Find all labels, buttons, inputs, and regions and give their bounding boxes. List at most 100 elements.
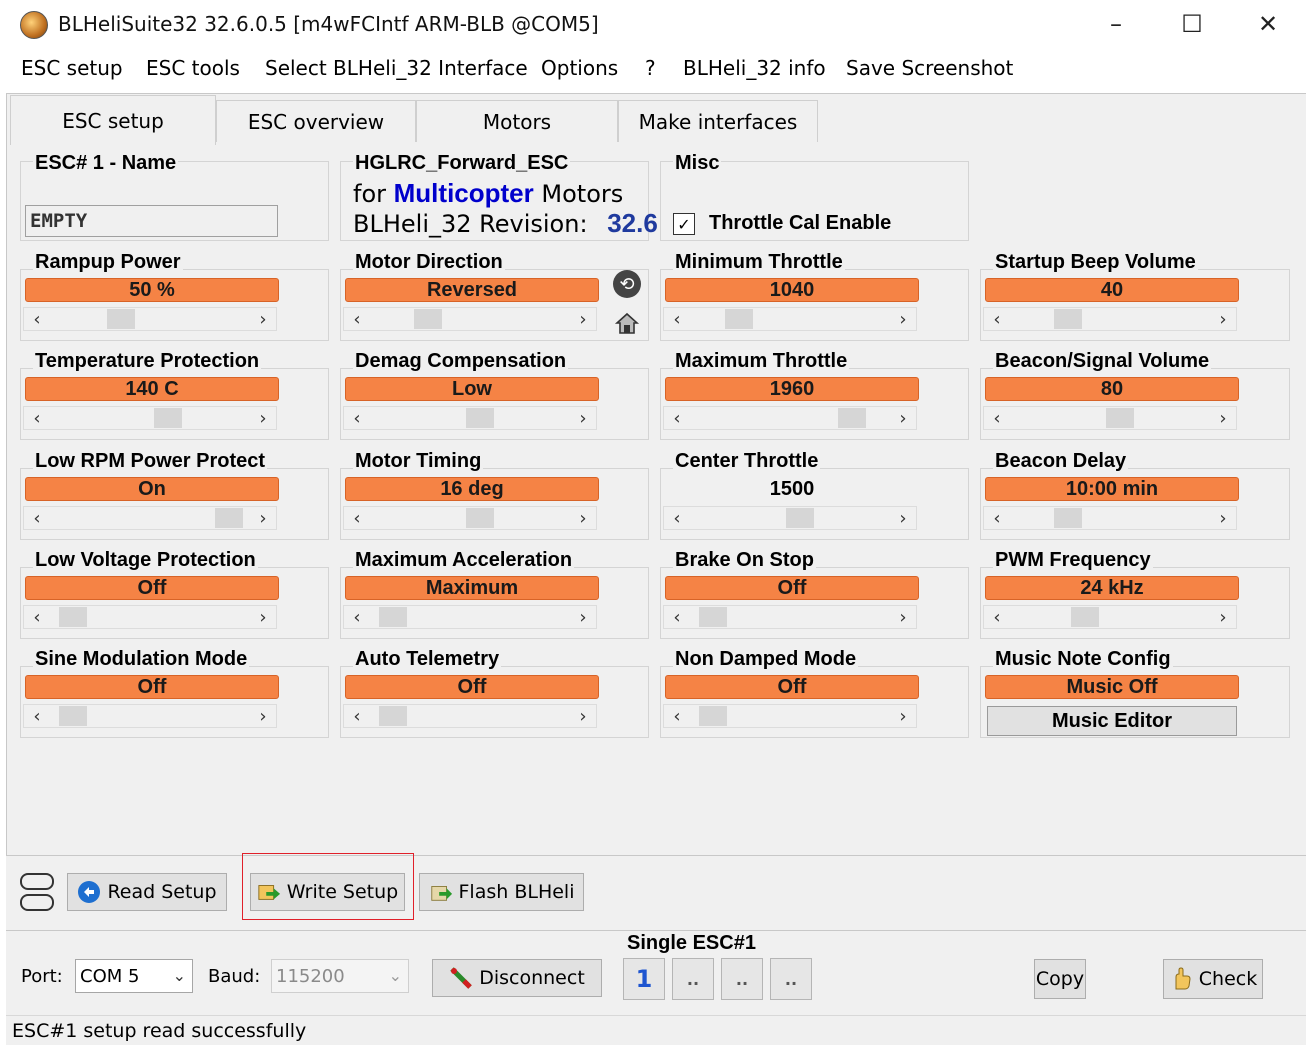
close-icon[interactable]: ✕ <box>1246 6 1290 42</box>
menu-blheli-info[interactable]: BLHeli_32 info <box>683 56 826 80</box>
chevron-right-icon[interactable]: › <box>892 705 914 727</box>
slider-thumb[interactable] <box>215 508 243 528</box>
music-editor-button[interactable]: Music Editor <box>987 706 1237 736</box>
low-rpm-protect-slider[interactable]: ‹ › <box>23 506 277 530</box>
beacon-volume-slider[interactable]: ‹ › <box>983 406 1237 430</box>
chevron-left-icon[interactable]: ‹ <box>346 308 368 330</box>
sine-mod-value[interactable]: Off <box>25 675 279 699</box>
chevron-right-icon[interactable]: › <box>892 407 914 429</box>
low-rpm-protect-value[interactable]: On <box>25 477 279 501</box>
demag-value[interactable]: Low <box>345 377 599 401</box>
max-accel-value[interactable]: Maximum <box>345 576 599 600</box>
chevron-left-icon[interactable]: ‹ <box>26 705 48 727</box>
auto-telemetry-value[interactable]: Off <box>345 675 599 699</box>
chevron-right-icon[interactable]: › <box>252 507 274 529</box>
chevron-left-icon[interactable]: ‹ <box>346 407 368 429</box>
slider-thumb[interactable] <box>59 607 87 627</box>
esc-name-input[interactable]: EMPTY <box>25 205 278 237</box>
menu-esc-tools[interactable]: ESC tools <box>146 56 240 80</box>
toggle-panel-icon[interactable] <box>20 873 54 913</box>
slider-thumb[interactable] <box>414 309 442 329</box>
menu-save-screenshot[interactable]: Save Screenshot <box>846 56 1013 80</box>
chevron-right-icon[interactable]: › <box>892 606 914 628</box>
low-voltage-slider[interactable]: ‹ › <box>23 605 277 629</box>
chevron-right-icon[interactable]: › <box>572 407 594 429</box>
chevron-right-icon[interactable]: › <box>1212 308 1234 330</box>
min-throttle-value[interactable]: 1040 <box>665 278 919 302</box>
pwm-freq-value[interactable]: 24 kHz <box>985 576 1239 600</box>
slider-thumb[interactable] <box>699 607 727 627</box>
slider-thumb[interactable] <box>379 607 407 627</box>
disconnect-button[interactable]: Disconnect <box>432 959 602 997</box>
port-select[interactable]: COM 5 ⌄ <box>75 959 193 993</box>
chevron-right-icon[interactable]: › <box>252 705 274 727</box>
flash-blheli-button[interactable]: Flash BLHeli <box>419 873 584 911</box>
motor-direction-slider[interactable]: ‹ › <box>343 307 597 331</box>
chevron-right-icon[interactable]: › <box>1212 606 1234 628</box>
chevron-left-icon[interactable]: ‹ <box>666 308 688 330</box>
beacon-delay-slider[interactable]: ‹ › <box>983 506 1237 530</box>
chevron-right-icon[interactable]: › <box>1212 407 1234 429</box>
motor-home-icon[interactable] <box>613 309 641 337</box>
slider-thumb[interactable] <box>1071 607 1099 627</box>
chevron-left-icon[interactable]: ‹ <box>26 507 48 529</box>
slider-thumb[interactable] <box>59 706 87 726</box>
menu-help[interactable]: ? <box>645 56 656 80</box>
tab-esc-setup[interactable]: ESC setup <box>10 95 216 145</box>
chevron-left-icon[interactable]: ‹ <box>26 606 48 628</box>
chevron-right-icon[interactable]: › <box>252 407 274 429</box>
menu-esc-setup[interactable]: ESC setup <box>21 56 123 80</box>
chevron-left-icon[interactable]: ‹ <box>666 507 688 529</box>
chevron-left-icon[interactable]: ‹ <box>346 507 368 529</box>
throttle-cal-checkbox[interactable]: ✓ <box>673 213 695 235</box>
chevron-right-icon[interactable]: › <box>252 606 274 628</box>
brake-on-stop-value[interactable]: Off <box>665 576 919 600</box>
slider-thumb[interactable] <box>154 408 182 428</box>
non-damped-slider[interactable]: ‹ › <box>663 704 917 728</box>
esc-3-button[interactable]: .. <box>721 958 763 1000</box>
sine-mod-slider[interactable]: ‹ › <box>23 704 277 728</box>
tab-make-interfaces[interactable]: Make interfaces <box>618 100 818 142</box>
brake-on-stop-slider[interactable]: ‹ › <box>663 605 917 629</box>
chevron-right-icon[interactable]: › <box>572 606 594 628</box>
rampup-power-slider[interactable]: ‹ › <box>23 307 277 331</box>
beacon-volume-value[interactable]: 80 <box>985 377 1239 401</box>
slider-thumb[interactable] <box>466 508 494 528</box>
slider-thumb[interactable] <box>107 309 135 329</box>
slider-thumb[interactable] <box>1054 309 1082 329</box>
baud-select[interactable]: 115200 ⌄ <box>271 959 409 993</box>
slider-thumb[interactable] <box>1106 408 1134 428</box>
non-damped-value[interactable]: Off <box>665 675 919 699</box>
slider-thumb[interactable] <box>725 309 753 329</box>
esc-1-button[interactable]: 1 <box>623 958 665 1000</box>
center-throttle-slider[interactable]: ‹ › <box>663 506 917 530</box>
read-setup-button[interactable]: Read Setup <box>67 873 227 911</box>
minimize-icon[interactable]: – <box>1094 6 1138 42</box>
slider-thumb[interactable] <box>466 408 494 428</box>
beep-test-icon[interactable]: ⟲ <box>613 270 641 298</box>
startup-beep-value[interactable]: 40 <box>985 278 1239 302</box>
slider-thumb[interactable] <box>699 706 727 726</box>
motor-direction-value[interactable]: Reversed <box>345 278 599 302</box>
low-voltage-value[interactable]: Off <box>25 576 279 600</box>
copy-button[interactable]: Copy <box>1034 959 1086 999</box>
slider-thumb[interactable] <box>379 706 407 726</box>
slider-thumb[interactable] <box>786 508 814 528</box>
chevron-left-icon[interactable]: ‹ <box>26 407 48 429</box>
motor-timing-value[interactable]: 16 deg <box>345 477 599 501</box>
slider-thumb[interactable] <box>1054 508 1082 528</box>
max-accel-slider[interactable]: ‹ › <box>343 605 597 629</box>
rampup-power-value[interactable]: 50 % <box>25 278 279 302</box>
temp-protection-slider[interactable]: ‹ › <box>23 406 277 430</box>
chevron-left-icon[interactable]: ‹ <box>986 308 1008 330</box>
chevron-left-icon[interactable]: ‹ <box>346 606 368 628</box>
esc-4-button[interactable]: .. <box>770 958 812 1000</box>
min-throttle-slider[interactable]: ‹ › <box>663 307 917 331</box>
check-button[interactable]: Check <box>1163 959 1263 999</box>
chevron-left-icon[interactable]: ‹ <box>666 407 688 429</box>
auto-telemetry-slider[interactable]: ‹ › <box>343 704 597 728</box>
esc-2-button[interactable]: .. <box>672 958 714 1000</box>
chevron-left-icon[interactable]: ‹ <box>666 606 688 628</box>
chevron-right-icon[interactable]: › <box>572 507 594 529</box>
slider-thumb[interactable] <box>838 408 866 428</box>
